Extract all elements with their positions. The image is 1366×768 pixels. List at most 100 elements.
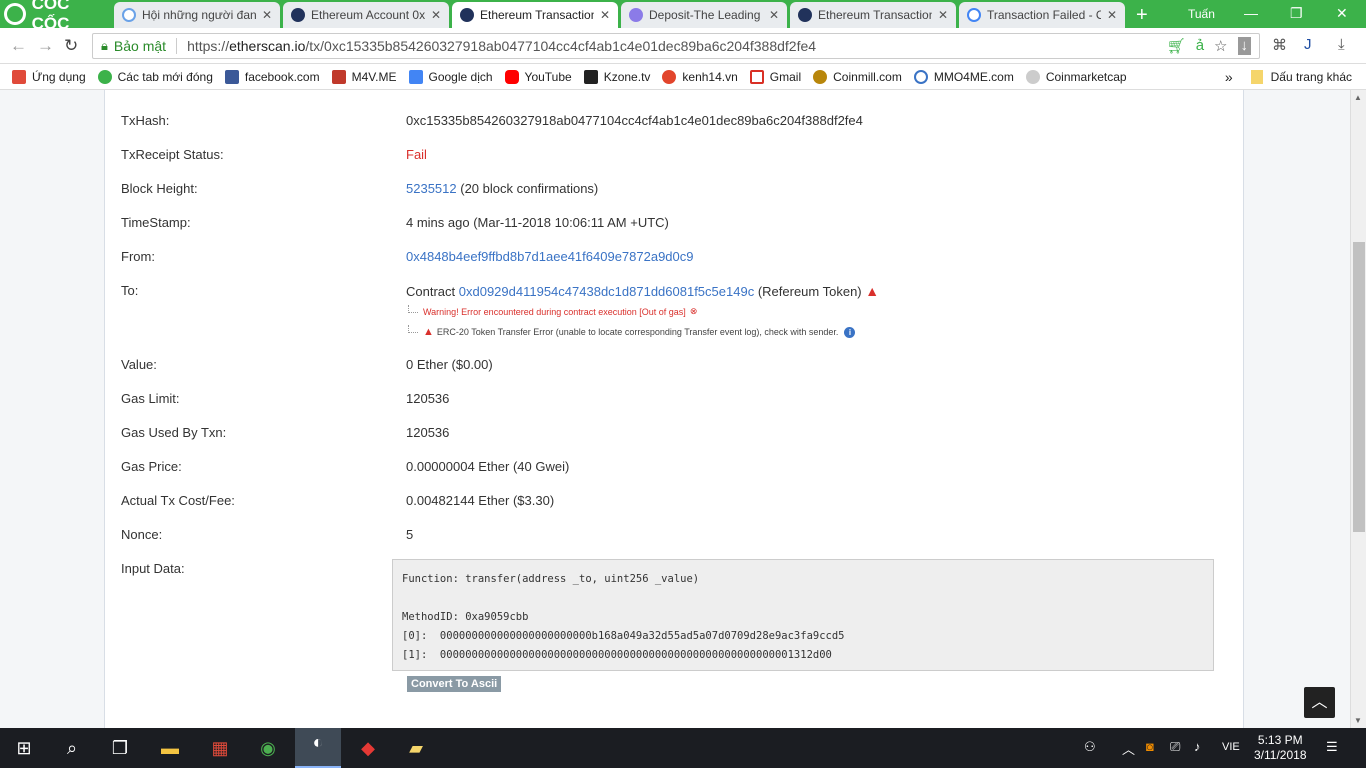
erc20-warning-text: ERC-20 Token Transfer Error (unable to l… xyxy=(436,327,839,337)
history-icon xyxy=(97,69,112,84)
volume-icon[interactable]: ♪ xyxy=(1194,739,1201,754)
bookmark-coinmill[interactable]: Coinmill.com xyxy=(813,69,902,84)
close-icon[interactable]: ✕ xyxy=(262,8,272,22)
close-window-icon[interactable]: ✕ xyxy=(1336,5,1348,22)
bookmark-m4v[interactable]: M4V.ME xyxy=(331,69,397,84)
tree-connector xyxy=(408,304,418,313)
close-icon[interactable]: ✕ xyxy=(769,8,779,22)
vertical-scrollbar[interactable]: ▲ ▼ xyxy=(1350,90,1366,728)
bookmark-coinmarketcap[interactable]: Coinmarketcap xyxy=(1025,69,1127,84)
bookmark-facebook[interactable]: facebook.com xyxy=(224,69,320,84)
warning-text: Warning! Error encountered during contra… xyxy=(423,306,686,317)
network-icon[interactable]: ⎚ xyxy=(1170,739,1180,755)
google-icon xyxy=(967,8,981,22)
tray-app-icon[interactable]: ◙ xyxy=(1146,739,1154,754)
user-profile-name[interactable]: Tuấn xyxy=(1188,7,1215,21)
scroll-down-arrow-icon[interactable]: ▼ xyxy=(1354,716,1362,725)
language-indicator[interactable]: VIE xyxy=(1222,741,1240,753)
close-icon[interactable]: ✕ xyxy=(938,8,948,22)
address-bar[interactable]: 🔒︎ Bảo mật https://etherscan.io/tx/0xc15… xyxy=(92,33,1260,59)
windows-start-icon[interactable]: ⊞ xyxy=(10,734,38,762)
bookmark-gmail[interactable]: Gmail xyxy=(749,69,801,84)
minimize-icon[interactable]: — xyxy=(1244,5,1258,21)
tab-1[interactable]: Hội những người đan ✕ xyxy=(114,2,280,28)
tab-5[interactable]: Ethereum Transaction ✕ xyxy=(790,2,956,28)
coccoc-logo[interactable]: CỐC CỐC xyxy=(0,0,110,33)
folder-icon xyxy=(1250,70,1263,84)
txhash-value: 0xc15335b854260327918ab0477104cc4cf4ab1c… xyxy=(406,113,863,128)
omnibox-actions: 🛒︎ ả ☆ ↓ xyxy=(1167,37,1251,55)
other-bookmarks[interactable]: Dấu trang khác xyxy=(1271,70,1352,84)
bookmarks-overflow-chevron[interactable]: » xyxy=(1225,69,1233,85)
coccoc-taskbar-icon[interactable]: ◐ xyxy=(295,728,341,768)
status-value: Fail xyxy=(406,147,427,162)
input-data-label: Input Data: xyxy=(121,561,185,576)
translate-icon[interactable]: ả xyxy=(1196,37,1204,55)
task-view-icon[interactable]: ❐ xyxy=(106,734,134,762)
contract-address-link[interactable]: 0xd0929d411954c47438dc1d871dd6081f5c5e14… xyxy=(459,284,754,299)
extension-j-icon[interactable]: J xyxy=(1304,36,1312,53)
chrome-icon[interactable]: ◉ xyxy=(254,734,282,762)
circle-x-icon: ⊗ xyxy=(689,306,698,316)
shopping-cart-icon[interactable]: 🛒︎ xyxy=(1167,37,1186,55)
tab-2[interactable]: Ethereum Account 0x ✕ xyxy=(283,2,449,28)
close-icon[interactable]: ✕ xyxy=(600,8,610,22)
bookmark-youtube[interactable]: YouTube xyxy=(504,69,572,84)
tray-chevron-icon[interactable]: ︿ xyxy=(1122,739,1135,758)
block-link[interactable]: 5235512 xyxy=(406,181,457,196)
app-grid-icon[interactable]: ▦ xyxy=(206,734,234,762)
bookmark-apps[interactable]: Ứng dụng xyxy=(12,69,86,84)
from-label: From: xyxy=(121,249,155,264)
input-data-textarea[interactable]: Function: transfer(address _to, uint256 … xyxy=(392,559,1214,671)
other-bookmarks-area: » Dấu trang khác xyxy=(1225,69,1352,85)
bookmark-mmo4me[interactable]: MMO4ME.com xyxy=(913,69,1014,84)
tab-4[interactable]: Deposit-The Leading ✕ xyxy=(621,2,787,28)
close-icon[interactable]: ✕ xyxy=(431,8,441,22)
to-value: Contract 0xd0929d411954c47438dc1d871dd60… xyxy=(406,283,879,299)
bookmark-label: MMO4ME.com xyxy=(933,69,1014,84)
coccoc-logo-icon xyxy=(4,3,26,25)
block-value: 5235512 (20 block confirmations) xyxy=(406,181,598,196)
file-explorer-icon[interactable]: ▬ xyxy=(156,734,184,762)
notifications-icon[interactable]: ☰ xyxy=(1326,739,1338,755)
tab-6[interactable]: Transaction Failed - O ✕ xyxy=(959,2,1125,28)
bookmark-star-icon[interactable]: ☆ xyxy=(1214,37,1227,55)
gas-used-value: 120536 xyxy=(406,425,450,440)
garena-icon[interactable]: ◆ xyxy=(354,734,382,762)
sticky-notes-icon[interactable]: ▰ xyxy=(402,734,430,762)
bookmark-label: Ứng dụng xyxy=(32,69,86,84)
from-address-link[interactable]: 0x4848b4eef9ffbd8b7d1aee41f6409e7872a9d0… xyxy=(406,249,694,264)
kzone-icon xyxy=(583,69,598,84)
clock[interactable]: 5:13 PM 3/11/2018 xyxy=(1254,733,1307,763)
google-translate-icon xyxy=(408,69,423,84)
fee-value: 0.00482144 Ether ($3.30) xyxy=(406,493,555,508)
forward-icon[interactable]: → xyxy=(37,36,54,56)
reload-icon[interactable]: ↻ xyxy=(64,36,78,56)
deposit-icon xyxy=(629,8,643,22)
extension-icon[interactable]: ⌘ xyxy=(1272,36,1287,54)
search-icon[interactable]: ⌕ xyxy=(58,734,86,762)
people-icon[interactable]: ⚇ xyxy=(1084,739,1096,755)
new-tab-button[interactable]: + xyxy=(1136,4,1148,27)
maximize-icon[interactable]: ❐ xyxy=(1290,5,1303,22)
scroll-to-top-button[interactable]: ︿ xyxy=(1304,687,1335,718)
bookmark-label: Kzone.tv xyxy=(603,69,651,84)
downloads-icon[interactable]: ⤓ xyxy=(1338,36,1345,53)
bookmark-google-translate[interactable]: Google dịch xyxy=(408,69,493,84)
convert-to-ascii-button[interactable]: Convert To Ascii xyxy=(407,676,502,692)
info-icon[interactable]: i xyxy=(844,326,856,338)
m4v-icon xyxy=(331,69,346,84)
back-icon[interactable]: ← xyxy=(10,36,27,56)
scroll-up-arrow-icon[interactable]: ▲ xyxy=(1354,93,1362,102)
bookmark-kenh14[interactable]: kenh14.vn xyxy=(662,69,738,84)
bookmark-label: Coinmarketcap xyxy=(1045,69,1127,84)
url-text[interactable]: https://etherscan.io/tx/0xc15335b8542603… xyxy=(187,38,816,54)
bookmark-kzone[interactable]: Kzone.tv xyxy=(583,69,651,84)
close-icon[interactable]: ✕ xyxy=(1107,8,1117,22)
tab-3-active[interactable]: Ethereum Transaction ✕ xyxy=(452,2,618,28)
scrollbar-thumb[interactable] xyxy=(1353,242,1365,532)
download-arrow-icon[interactable]: ↓ xyxy=(1237,37,1251,55)
gas-limit-value: 120536 xyxy=(406,391,450,406)
etherscan-icon xyxy=(460,8,474,22)
bookmark-recent-tabs[interactable]: Các tab mới đóng xyxy=(97,69,213,84)
